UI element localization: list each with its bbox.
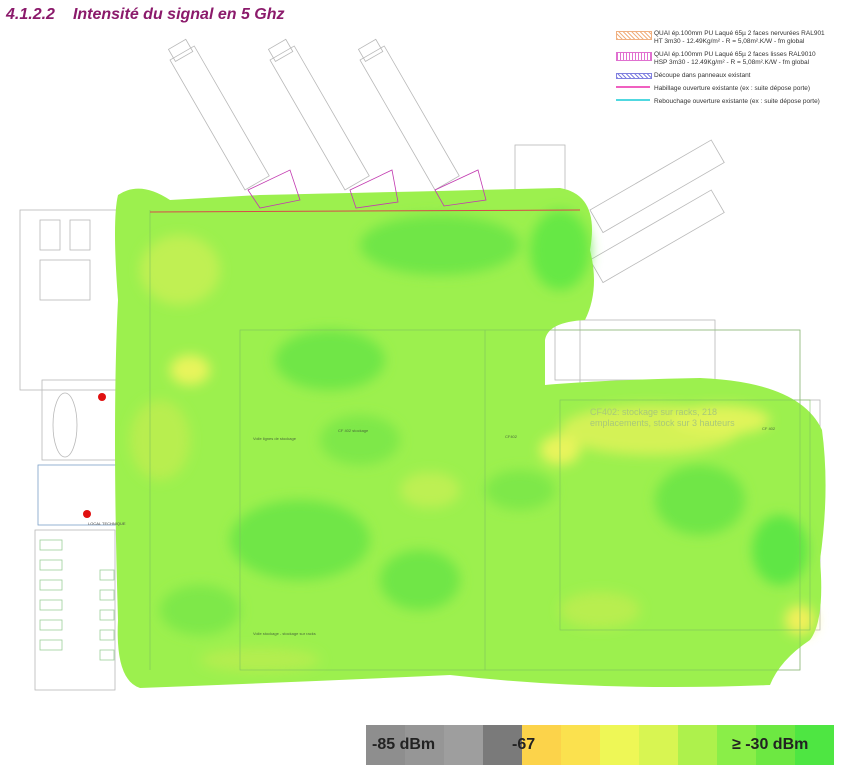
- scale-color-cell: [444, 725, 483, 765]
- plan-label: CF 402: [762, 426, 776, 431]
- scale-color-cell: [600, 725, 639, 765]
- access-point-marker: [98, 393, 106, 401]
- plan-label: LOCAL TECHNIQUE: [88, 521, 126, 526]
- scale-mid-label: -67: [512, 736, 536, 753]
- access-point-marker: [83, 510, 91, 518]
- plan-label: CF402: [505, 434, 518, 439]
- signal-heatmap-floorplan: CF402: stockage sur racks, 218 emplaceme…: [19, 38, 826, 691]
- scale-max-label: ≥ -30 dBm: [732, 736, 809, 753]
- plan-label: Voile lignes de stockage: [253, 436, 297, 441]
- scale-color-cell: [678, 725, 717, 765]
- zone-label: CF402: stockage sur racks, 218: [590, 407, 717, 417]
- scale-color-cell: [561, 725, 600, 765]
- zone-label: emplacements, stock sur 3 hauteurs: [590, 418, 735, 428]
- scale-min-label: -85 dBm: [372, 736, 436, 753]
- plan-label: Voile stockage - stockage sur racks: [253, 631, 316, 636]
- plan-label: CF 402 stockage: [338, 428, 369, 433]
- coverage-area: [115, 188, 826, 688]
- scale-color-cell: [639, 725, 678, 765]
